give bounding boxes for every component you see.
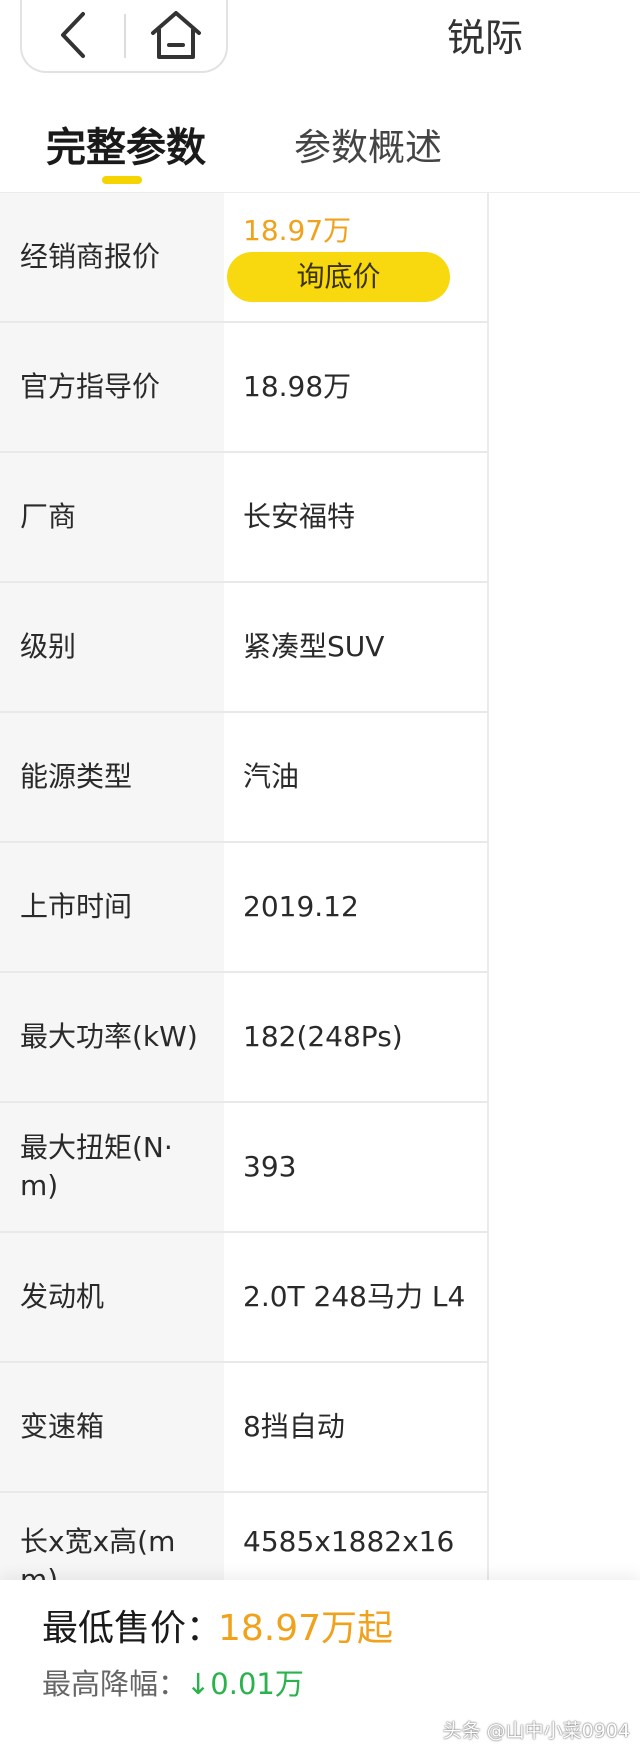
- row-value: 2.0T 248马力 L4: [226, 1233, 487, 1361]
- chevron-left-icon: [55, 10, 89, 64]
- row-label: 上市时间: [0, 843, 224, 971]
- row-value: 18.98万: [226, 323, 487, 451]
- home-button[interactable]: [126, 0, 226, 73]
- row-value: 182(248Ps): [226, 973, 487, 1101]
- row-value: 393: [226, 1103, 487, 1231]
- row-value: 8挡自动: [226, 1363, 487, 1491]
- dealer-price-block: 18.97万 询底价: [227, 212, 450, 302]
- ask-lowest-price-button[interactable]: 询底价: [227, 252, 450, 302]
- row-value: 长安福特: [226, 453, 487, 581]
- min-price-value: 18.97万起: [218, 1608, 394, 1649]
- home-icon: [149, 9, 203, 65]
- row-label: 最大扭矩(N·m): [0, 1103, 224, 1231]
- max-drop-label: 最高降幅：: [42, 1667, 188, 1701]
- row-label: 能源类型: [0, 713, 224, 841]
- row-label: 发动机: [0, 1233, 224, 1361]
- bottom-price-bar: 最低售价： 18.97万起 最高降幅： ↓0.01万 头条 @山中小菜0904: [0, 1580, 640, 1752]
- row-value: 2019.12: [226, 843, 487, 971]
- back-button[interactable]: [22, 0, 122, 73]
- row-value: 紧凑型SUV: [226, 583, 487, 711]
- table-row: 最大扭矩(N·m) 393: [0, 1103, 640, 1233]
- table-row: 最大功率(kW) 182(248Ps): [0, 973, 640, 1103]
- tab-params-summary[interactable]: 参数概述: [294, 118, 442, 178]
- table-row: 厂商 长安福特: [0, 453, 640, 583]
- table-row: 上市时间 2019.12: [0, 843, 640, 973]
- row-label: 官方指导价: [0, 323, 224, 451]
- row-value: 汽油: [226, 713, 487, 841]
- table-row: 变速箱 8挡自动: [0, 1363, 640, 1493]
- dealer-price: 18.97万: [243, 214, 352, 247]
- page-title: 锐际: [446, 16, 523, 60]
- row-label: 级别: [0, 583, 224, 711]
- table-row: 能源类型 汽油: [0, 713, 640, 843]
- table-row: 级别 紧凑型SUV: [0, 583, 640, 713]
- row-label: 厂商: [0, 453, 224, 581]
- row-value: 18.97万 询底价: [226, 193, 487, 321]
- row-label: 经销商报价: [0, 193, 224, 321]
- max-drop-value: ↓0.01万: [186, 1667, 304, 1701]
- table-row: 经销商报价 18.97万 询底价: [0, 193, 640, 323]
- min-price-label: 最低售价：: [42, 1608, 223, 1649]
- table-row: 发动机 2.0T 248马力 L4: [0, 1233, 640, 1363]
- tab-full-params[interactable]: 完整参数: [46, 118, 206, 178]
- watermark-text: 头条 @山中小菜0904: [442, 1720, 630, 1742]
- nav-pill: [20, 0, 228, 73]
- table-row: 官方指导价 18.98万: [0, 323, 640, 453]
- row-label: 最大功率(kW): [0, 973, 224, 1101]
- active-tab-indicator: [102, 176, 142, 184]
- row-label: 变速箱: [0, 1363, 224, 1491]
